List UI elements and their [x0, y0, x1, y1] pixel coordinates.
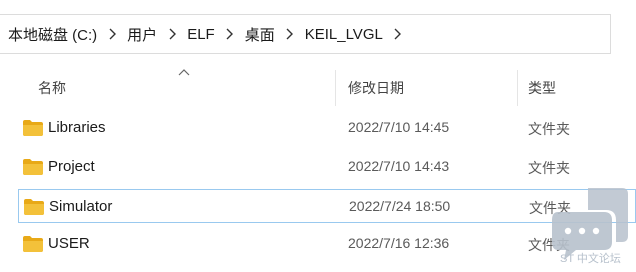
chevron-right-icon[interactable]: [215, 24, 245, 44]
file-modified: 2022/7/16 12:36: [348, 235, 450, 251]
watermark-text: ST 中文论坛: [560, 253, 621, 265]
file-row-user[interactable]: USER 2022/7/16 12:36 文件夹: [18, 227, 636, 261]
file-name: Simulator: [49, 198, 113, 215]
column-header-name[interactable]: 名称: [38, 78, 66, 98]
breadcrumb-desktop[interactable]: 桌面: [245, 24, 275, 45]
address-bar[interactable]: 本地磁盘 (C:) 用户 ELF 桌面 KEIL_LVGL: [0, 14, 611, 54]
folder-icon: [23, 236, 43, 252]
breadcrumb-keil-lvgl[interactable]: KEIL_LVGL: [305, 26, 383, 43]
file-type: 文件夹: [528, 121, 570, 137]
folder-icon: [23, 159, 43, 175]
breadcrumb-users[interactable]: 用户: [127, 24, 157, 45]
column-header-row: 名称 修改日期 类型: [0, 68, 636, 108]
file-row-libraries[interactable]: Libraries 2022/7/10 14:45 文件夹: [18, 111, 636, 145]
file-type: 文件夹: [528, 160, 570, 176]
breadcrumb-local-disk[interactable]: 本地磁盘 (C:): [8, 24, 97, 45]
file-name: Libraries: [48, 119, 106, 136]
column-divider[interactable]: [335, 70, 336, 106]
chevron-right-icon[interactable]: [383, 24, 413, 44]
file-row-simulator[interactable]: Simulator 2022/7/24 18:50 文件夹: [18, 189, 636, 223]
folder-icon: [24, 199, 44, 215]
chevron-right-icon[interactable]: [275, 24, 305, 44]
file-modified: 2022/7/10 14:43: [348, 158, 450, 174]
folder-icon: [23, 120, 43, 136]
chevron-right-icon[interactable]: [97, 24, 127, 44]
file-modified: 2022/7/24 18:50: [349, 198, 451, 214]
column-divider[interactable]: [517, 70, 518, 106]
column-header-modified[interactable]: 修改日期: [348, 78, 404, 98]
column-header-type[interactable]: 类型: [528, 78, 556, 98]
file-modified: 2022/7/10 14:45: [348, 119, 450, 135]
file-row-project[interactable]: Project 2022/7/10 14:43 文件夹: [18, 150, 636, 184]
file-name: USER: [48, 235, 90, 252]
sort-ascending-icon[interactable]: [178, 69, 190, 77]
chevron-right-icon[interactable]: [157, 24, 187, 44]
breadcrumb-elf[interactable]: ELF: [187, 26, 215, 43]
file-name: Project: [48, 158, 95, 175]
